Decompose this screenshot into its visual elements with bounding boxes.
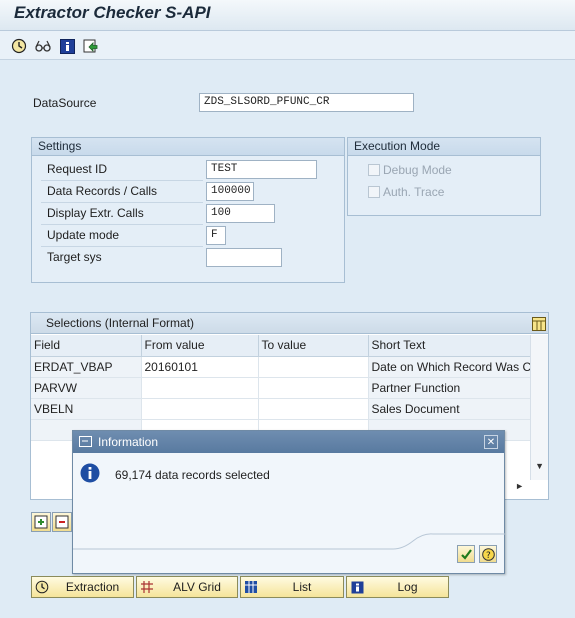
column-header-short-text[interactable]: Short Text xyxy=(368,335,531,357)
display-calls-label: Display Extr. Calls xyxy=(47,206,144,220)
info-icon xyxy=(80,463,100,486)
vertical-scrollbar[interactable] xyxy=(530,335,548,480)
cell-field: ERDAT_VBAP xyxy=(31,356,142,378)
execution-mode-title: Execution Mode xyxy=(348,138,540,156)
title-bar: Extractor Checker S-API xyxy=(0,0,575,31)
table-row[interactable]: VBELN Sales Document xyxy=(31,398,531,420)
cell-text: Date on Which Record Was C xyxy=(368,356,531,378)
request-id-field[interactable]: TEST xyxy=(206,160,317,179)
help-button[interactable]: ? xyxy=(479,545,497,563)
divider xyxy=(41,180,203,181)
dialog-message: 69,174 data records selected xyxy=(115,468,270,482)
scroll-down-icon[interactable]: ▼ xyxy=(535,461,544,471)
application-toolbar xyxy=(0,31,575,60)
data-records-label: Data Records / Calls xyxy=(47,184,158,198)
target-sys-label: Target sys xyxy=(47,250,102,264)
auth-trace-checkbox[interactable] xyxy=(368,186,380,198)
log-label: Log xyxy=(397,580,418,594)
close-icon[interactable]: ✕ xyxy=(484,435,498,449)
alv-grid-label: ALV Grid xyxy=(173,580,221,594)
list-icon xyxy=(241,580,261,594)
extraction-button[interactable]: Extraction xyxy=(31,576,134,598)
debug-mode-label: Debug Mode xyxy=(383,163,452,177)
cell-field: VBELN xyxy=(31,398,142,420)
page-title: Extractor Checker S-API xyxy=(14,3,211,22)
cell-to[interactable] xyxy=(258,377,369,399)
selections-title: Selections (Internal Format) xyxy=(31,313,548,334)
glasses-icon[interactable] xyxy=(34,37,52,55)
information-dialog: Information ✕ 69,174 data records select… xyxy=(72,430,505,574)
list-label: List xyxy=(292,580,312,594)
selections-table: Field From value To value Short Text ERD… xyxy=(31,335,531,441)
column-header-from[interactable]: From value xyxy=(141,335,259,357)
column-layout-icon[interactable] xyxy=(532,317,546,331)
column-header-field[interactable]: Field xyxy=(31,335,142,357)
info-icon[interactable] xyxy=(58,37,76,55)
auth-trace-label: Auth. Trace xyxy=(383,185,445,199)
log-button[interactable]: Log xyxy=(346,576,449,598)
window-icon xyxy=(79,436,93,448)
dialog-title: Information xyxy=(98,435,159,449)
cell-text: Sales Document xyxy=(368,398,531,420)
cell-text: Partner Function xyxy=(368,377,531,399)
auth-trace-option[interactable]: Auth. Trace xyxy=(368,185,444,199)
column-header-to[interactable]: To value xyxy=(258,335,369,357)
table-header-row: Field From value To value Short Text xyxy=(31,335,531,357)
scroll-right-icon[interactable]: ► xyxy=(515,481,524,491)
cell-to[interactable] xyxy=(258,398,369,420)
divider xyxy=(41,246,203,247)
request-id-label: Request ID xyxy=(47,162,108,176)
datasource-label: DataSource xyxy=(33,96,97,110)
divider xyxy=(41,202,203,203)
cell-to[interactable] xyxy=(258,356,369,378)
execute-icon[interactable] xyxy=(10,37,28,55)
datasource-field[interactable]: ZDS_SLSORD_PFUNC_CR xyxy=(199,93,414,112)
cell-field: PARVW xyxy=(31,377,142,399)
extraction-label: Extraction xyxy=(65,580,120,594)
delete-row-button[interactable] xyxy=(52,512,72,532)
data-records-field[interactable]: 100000 xyxy=(206,182,254,201)
alv-grid-button[interactable]: ALV Grid xyxy=(136,576,238,598)
list-button[interactable]: List xyxy=(240,576,344,598)
refresh-icon[interactable] xyxy=(82,37,100,55)
grid-icon xyxy=(137,580,157,594)
update-mode-field[interactable]: F xyxy=(206,226,226,245)
table-row[interactable]: ERDAT_VBAP 20160101 Date on Which Record… xyxy=(31,356,531,378)
debug-mode-option[interactable]: Debug Mode xyxy=(368,163,452,177)
dialog-divider xyxy=(73,533,505,550)
cell-from[interactable] xyxy=(141,377,259,399)
insert-row-button[interactable] xyxy=(31,512,51,532)
divider xyxy=(41,224,203,225)
display-calls-field[interactable]: 100 xyxy=(206,204,275,223)
target-sys-field[interactable] xyxy=(206,248,282,267)
svg-text:?: ? xyxy=(486,551,491,561)
table-row[interactable]: PARVW Partner Function xyxy=(31,377,531,399)
cell-from[interactable] xyxy=(141,398,259,420)
dialog-title-bar: Information ✕ xyxy=(73,431,504,453)
cell-from[interactable]: 20160101 xyxy=(141,356,259,378)
execute-icon xyxy=(32,580,52,594)
info-icon xyxy=(347,581,367,594)
update-mode-label: Update mode xyxy=(47,228,120,242)
confirm-button[interactable] xyxy=(457,545,475,563)
debug-mode-checkbox[interactable] xyxy=(368,164,380,176)
settings-title: Settings xyxy=(32,138,344,156)
